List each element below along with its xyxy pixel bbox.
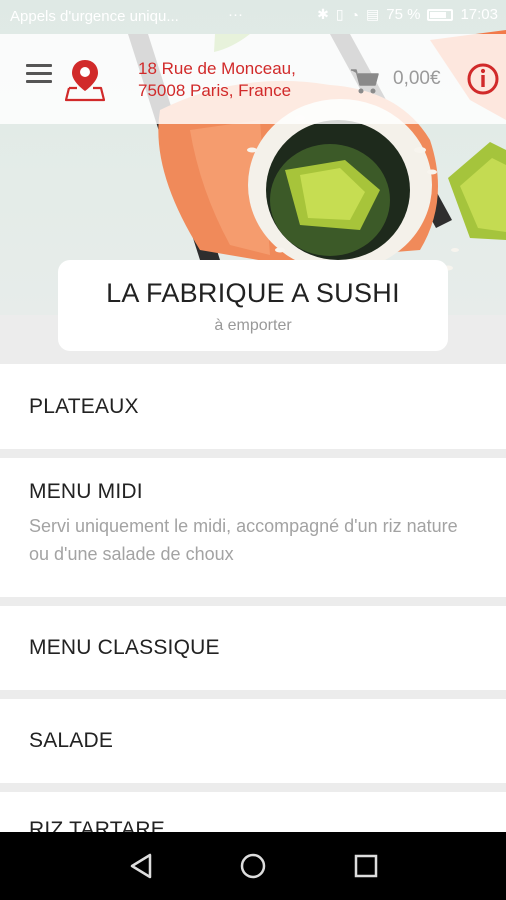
vibrate-icon: ▯ bbox=[335, 6, 344, 22]
address-line-2: 75008 Paris, France bbox=[138, 81, 292, 100]
signal-icon: ▤ bbox=[366, 6, 380, 22]
system-nav-bar bbox=[0, 832, 506, 900]
battery-percent: 75 % bbox=[386, 6, 421, 23]
home-icon[interactable] bbox=[237, 850, 269, 882]
cart-total[interactable]: 0,00€ bbox=[393, 68, 441, 90]
app-header: 18 Rue de Monceau, 75008 Paris, France 0… bbox=[0, 34, 506, 124]
category-menu-midi[interactable]: MENU MIDI Servi uniquement le midi, acco… bbox=[0, 458, 506, 597]
back-icon[interactable] bbox=[126, 850, 158, 882]
notification-text: Appels d'urgence uniqu... bbox=[10, 8, 179, 25]
restaurant-card: LA FABRIQUE A SUSHI à emporter bbox=[58, 260, 448, 351]
overflow-dots: ··· bbox=[228, 6, 243, 23]
location-map-icon[interactable] bbox=[65, 58, 105, 102]
category-description: Servi uniquement le midi, accompagné d'u… bbox=[29, 516, 458, 564]
category-salade[interactable]: SALADE bbox=[0, 699, 506, 783]
category-title: SALADE bbox=[29, 729, 114, 752]
bluetooth-icon: ✱ bbox=[317, 6, 329, 22]
category-title: MENU CLASSIQUE bbox=[29, 636, 220, 659]
cart-icon[interactable] bbox=[350, 67, 380, 95]
wifi-icon: ◔ bbox=[350, 6, 360, 23]
category-plateaux[interactable]: PLATEAUX bbox=[0, 364, 506, 449]
address-line-1: 18 Rue de Monceau, bbox=[138, 59, 296, 78]
category-menu-classique[interactable]: MENU CLASSIQUE bbox=[0, 606, 506, 690]
restaurant-name: LA FABRIQUE A SUSHI bbox=[106, 278, 400, 308]
recents-icon[interactable] bbox=[350, 850, 382, 882]
category-title: MENU MIDI bbox=[29, 480, 143, 503]
clock: 17:03 bbox=[460, 6, 498, 23]
status-bar: Appels d'urgence uniqu... ··· ✱ ▯ ◔ ▤ 75… bbox=[0, 0, 506, 34]
category-list: PLATEAUX MENU MIDI Servi uniquement le m… bbox=[0, 364, 506, 885]
info-icon[interactable] bbox=[466, 62, 500, 96]
menu-icon[interactable] bbox=[26, 64, 52, 84]
status-icons: ✱ ▯ ◔ ▤ 75 % 17:03 bbox=[317, 6, 498, 23]
battery-icon bbox=[427, 8, 454, 21]
order-mode: à emporter bbox=[214, 317, 292, 334]
category-title: PLATEAUX bbox=[29, 394, 139, 418]
delivery-address[interactable]: 18 Rue de Monceau, 75008 Paris, France bbox=[138, 58, 296, 102]
